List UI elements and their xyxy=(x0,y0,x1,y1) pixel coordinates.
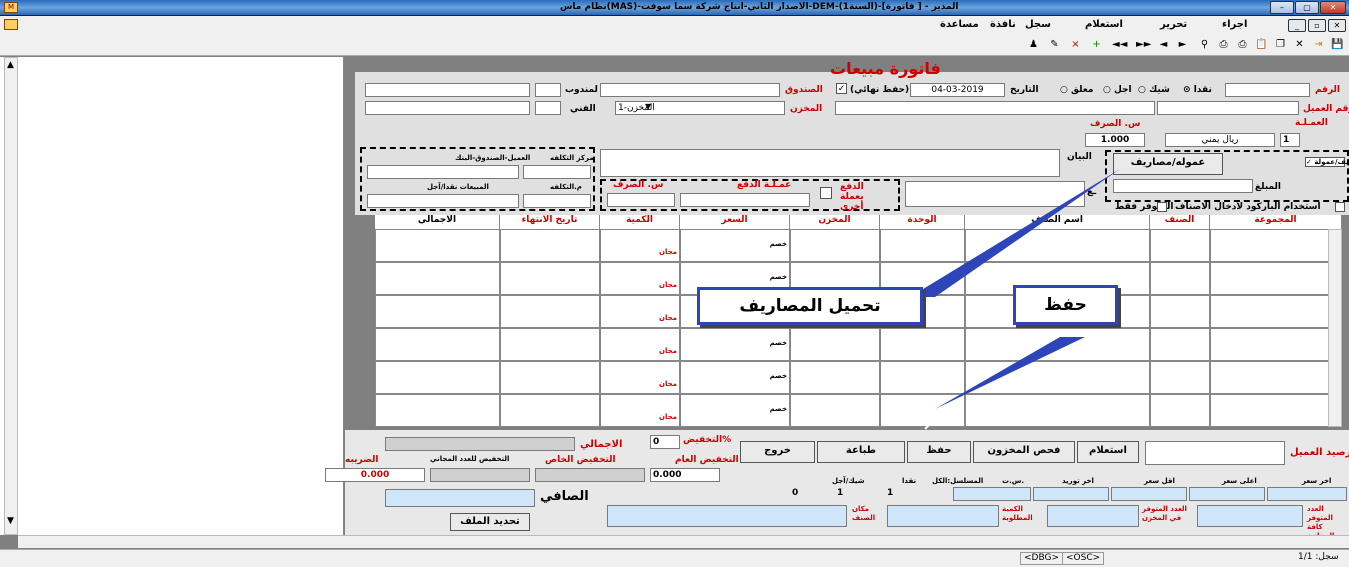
print-icon[interactable]: ⎙ xyxy=(1236,39,1249,51)
save-callout: حفظ xyxy=(1013,285,1118,325)
menu-record[interactable]: سجل xyxy=(1025,19,1051,30)
last-icon[interactable]: ►► xyxy=(1136,39,1151,51)
expenses-callout-pointer xyxy=(910,169,1120,297)
paste-icon[interactable]: 📋 xyxy=(1255,39,1268,51)
dbg-indicator: <DBG> xyxy=(1020,552,1064,565)
window-title: نظام ماس(MAS)-الاصدار الثاني-انتاج شركة … xyxy=(560,2,959,12)
doc-icon xyxy=(4,19,18,30)
left-scrollbar[interactable]: ▲ ▼ xyxy=(4,57,18,535)
expenses-callout: تحميل المصاريف xyxy=(697,287,923,325)
tools-icon[interactable]: ✎ xyxy=(1048,39,1061,51)
prev-icon[interactable]: ◄ xyxy=(1157,39,1170,51)
save-pointer-line xyxy=(924,408,946,430)
menu-bar: اجراء تحرير استعلام سجل نافذة مساعدة _ ▫… xyxy=(0,16,1349,34)
close-button[interactable]: ✕ xyxy=(1320,1,1346,14)
mdi-restore-button[interactable]: ▫ xyxy=(1308,19,1326,32)
minimize-button[interactable]: – xyxy=(1270,1,1294,14)
copy-icon[interactable]: ❐ xyxy=(1274,39,1287,51)
scroll-down-icon[interactable]: ▼ xyxy=(7,516,14,526)
mdi-minimize-button[interactable]: _ xyxy=(1288,19,1306,32)
menu-window[interactable]: نافذة xyxy=(990,19,1016,30)
invoice-form: فاتورة مبيعات الرقم ⊙ نقدا ○ شيك ○ اجل ○… xyxy=(325,57,1349,540)
save-icon[interactable]: 💾 xyxy=(1331,39,1344,51)
menu-action[interactable]: اجراء xyxy=(1222,19,1247,30)
add-icon[interactable]: + xyxy=(1090,39,1103,51)
exit-icon[interactable]: ⇥ xyxy=(1312,39,1325,51)
print-preview-icon[interactable]: ⎙ xyxy=(1217,39,1230,51)
remove-icon[interactable]: × xyxy=(1069,39,1082,51)
mdi-close-button[interactable]: ✕ xyxy=(1328,19,1346,32)
delete-icon[interactable]: ✕ xyxy=(1293,39,1306,51)
first-icon[interactable]: ◄◄ xyxy=(1112,39,1127,51)
menu-inquiry[interactable]: استعلام xyxy=(1085,19,1123,30)
search-icon[interactable]: ⚲ xyxy=(1198,39,1211,51)
left-pane: ▲ ▼ xyxy=(0,57,344,535)
app-icon: M xyxy=(4,2,18,13)
record-counter: سجل: 1/1 xyxy=(1298,552,1339,562)
horizontal-scrollbar[interactable] xyxy=(18,535,1349,548)
menu-help[interactable]: مساعدة xyxy=(940,19,979,30)
next-icon[interactable]: ► xyxy=(1176,39,1189,51)
osc-indicator: <OSC> xyxy=(1062,552,1105,565)
menu-edit[interactable]: تحرير xyxy=(1160,19,1187,30)
title-bar: M نظام ماس(MAS)-الاصدار الثاني-انتاج شرك… xyxy=(0,0,1349,16)
status-bar: سجل: 1/1 <DBG> <OSC> xyxy=(0,549,1349,567)
scroll-up-icon[interactable]: ▲ xyxy=(7,60,14,70)
toolbar: 💾 ⇥ ✕ ❐ 📋 ⎙ ⎙ ⚲ ► ◄ ►► ◄◄ + × ✎ ♟ xyxy=(0,34,1349,56)
save-callout-pointer xyxy=(935,337,1085,409)
maximize-button[interactable]: ▢ xyxy=(1295,1,1319,14)
user-icon[interactable]: ♟ xyxy=(1027,39,1040,51)
